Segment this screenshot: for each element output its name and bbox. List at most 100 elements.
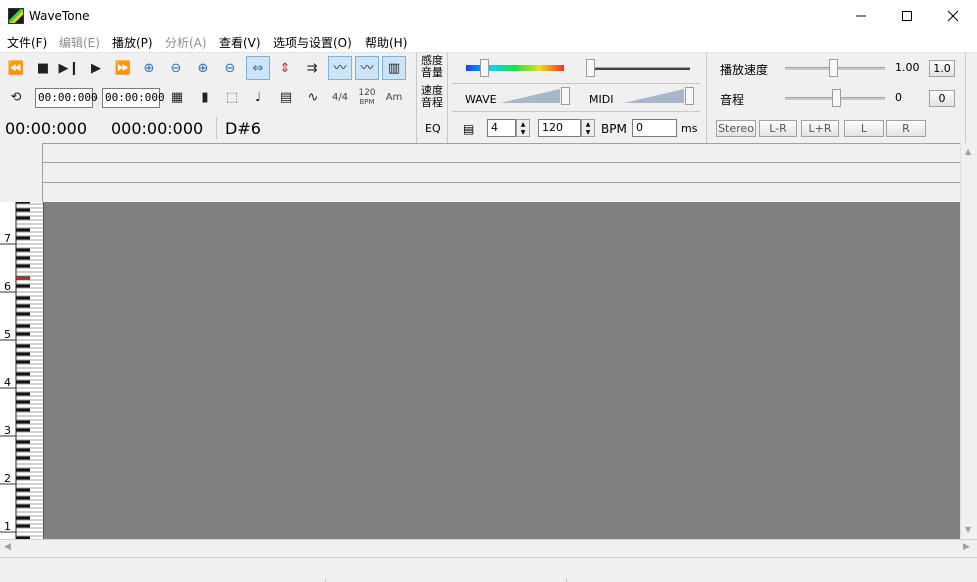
- scroll-up-icon[interactable]: ▲: [965, 147, 971, 156]
- black-key[interactable]: [16, 202, 30, 204]
- black-key[interactable]: [16, 429, 30, 432]
- minimize-button[interactable]: [838, 0, 884, 32]
- marker-button[interactable]: ▮: [193, 85, 217, 109]
- pitch-reset-button[interactable]: 0: [929, 90, 955, 107]
- note-button[interactable]: ♩: [246, 85, 270, 109]
- rewind-button[interactable]: ⏪: [4, 56, 28, 80]
- channel-l-button[interactable]: L: [844, 120, 884, 137]
- chord-button[interactable]: Am: [382, 85, 406, 109]
- menu-options[interactable]: 选项与设置(O): [273, 34, 352, 51]
- volume-slider-track[interactable]: [590, 67, 690, 70]
- time-signature-button[interactable]: 4/4: [328, 85, 352, 109]
- horizontal-scrollbar[interactable]: ◀ ▶: [0, 539, 977, 557]
- bpm-spinner[interactable]: ▲▼: [581, 119, 595, 137]
- select-button[interactable]: ⬚: [220, 85, 244, 109]
- black-key[interactable]: [16, 409, 30, 412]
- scroll-right-icon[interactable]: ▶: [963, 542, 970, 552]
- piano-keys[interactable]: [0, 202, 44, 539]
- channel-stereo-button[interactable]: Stereo: [716, 120, 756, 137]
- black-key[interactable]: [16, 477, 30, 480]
- book-display-button[interactable]: ▥: [382, 56, 406, 80]
- black-key[interactable]: [16, 449, 30, 452]
- beats-spinner[interactable]: ▲▼: [516, 119, 530, 137]
- bpm-button[interactable]: 120 BPM: [355, 85, 379, 109]
- scroll-left-icon[interactable]: ◀: [4, 542, 11, 552]
- spectrum-display-button[interactable]: 〰: [355, 56, 379, 80]
- piano-keyboard[interactable]: 7654321: [0, 202, 44, 539]
- close-button[interactable]: [930, 0, 976, 32]
- vertical-scrollbar[interactable]: ▲ ▼: [960, 143, 977, 539]
- zoom-in-vertical-button[interactable]: ⊕: [191, 56, 215, 80]
- menu-file[interactable]: 文件(F): [7, 34, 47, 51]
- stop-button[interactable]: ■: [31, 56, 55, 80]
- play-button[interactable]: ▶: [84, 56, 108, 80]
- black-key[interactable]: [16, 229, 30, 232]
- fit-height-button[interactable]: ⇕: [273, 56, 297, 80]
- midi-volume-ramp[interactable]: [624, 89, 684, 103]
- midi-volume-thumb[interactable]: [685, 87, 694, 105]
- speed-reset-button[interactable]: 1.0: [929, 60, 955, 77]
- black-key[interactable]: [16, 333, 30, 336]
- menu-view[interactable]: 查看(V): [219, 34, 261, 51]
- black-key[interactable]: [16, 297, 30, 300]
- menu-analyze[interactable]: 分析(A): [165, 34, 207, 51]
- grid-button[interactable]: ▤: [274, 85, 298, 109]
- wave-volume-ramp[interactable]: [500, 89, 560, 103]
- zoom-in-horizontal-button[interactable]: ⊕: [137, 56, 161, 80]
- black-key[interactable]: [16, 469, 30, 472]
- channel-l-plus-r-button[interactable]: L+R: [801, 120, 839, 137]
- black-key[interactable]: [16, 249, 30, 252]
- bpm-input[interactable]: 120: [538, 119, 581, 137]
- black-key[interactable]: [16, 373, 30, 376]
- channel-r-button[interactable]: R: [886, 120, 926, 137]
- follow-playback-button[interactable]: ⇉: [300, 56, 324, 80]
- black-key[interactable]: [16, 421, 30, 424]
- loop-end-input[interactable]: 00:00:000: [102, 88, 160, 108]
- menu-edit[interactable]: 编辑(E): [59, 34, 100, 51]
- eq-label[interactable]: EQ: [425, 122, 441, 135]
- curve-button[interactable]: ∿: [301, 85, 325, 109]
- beats-input[interactable]: 4: [487, 119, 516, 137]
- black-key[interactable]: [16, 237, 30, 240]
- black-key[interactable]: [16, 393, 30, 396]
- black-key[interactable]: [16, 381, 30, 384]
- black-key[interactable]: [16, 353, 30, 356]
- offset-input[interactable]: 0: [632, 119, 677, 137]
- fast-forward-button[interactable]: ⏩: [111, 56, 135, 80]
- scroll-down-icon[interactable]: ▼: [965, 525, 971, 534]
- black-key[interactable]: [16, 525, 30, 528]
- wave-display-button[interactable]: 〰: [328, 56, 352, 80]
- black-key[interactable]: [16, 497, 30, 500]
- volume-slider-thumb[interactable]: [586, 59, 595, 77]
- layout-button[interactable]: ▦: [165, 85, 189, 109]
- black-key[interactable]: [16, 361, 30, 364]
- menu-play[interactable]: 播放(P): [112, 34, 153, 51]
- black-key[interactable]: [16, 265, 30, 268]
- loop-button[interactable]: ⟲: [4, 85, 28, 109]
- spectrum-canvas[interactable]: [44, 202, 960, 539]
- sensitivity-slider-thumb[interactable]: [480, 59, 489, 77]
- timeline-ruler[interactable]: [0, 143, 960, 202]
- play-pause-button[interactable]: ▶❙: [57, 56, 81, 80]
- black-key[interactable]: [16, 325, 30, 328]
- fit-width-button[interactable]: ⇔: [246, 56, 270, 80]
- black-key[interactable]: [16, 457, 30, 460]
- black-key[interactable]: [16, 257, 30, 260]
- wave-volume-thumb[interactable]: [561, 87, 570, 105]
- black-key[interactable]: [16, 489, 30, 492]
- black-key[interactable]: [16, 217, 30, 220]
- black-key[interactable]: [16, 313, 30, 316]
- loop-start-input[interactable]: 00:00:000: [35, 88, 93, 108]
- black-key[interactable]: [16, 305, 30, 308]
- black-key[interactable]: [16, 505, 30, 508]
- black-key[interactable]: [16, 441, 30, 444]
- black-key[interactable]: [16, 517, 30, 520]
- black-key[interactable]: [16, 345, 30, 348]
- channel-l-minus-r-button[interactable]: L-R: [759, 120, 797, 137]
- playback-speed-thumb[interactable]: [829, 59, 838, 77]
- zoom-out-horizontal-button[interactable]: ⊖: [164, 56, 188, 80]
- black-key[interactable]: [16, 401, 30, 404]
- menu-help[interactable]: 帮助(H): [365, 34, 407, 51]
- black-key[interactable]: [16, 209, 30, 212]
- black-key[interactable]: [16, 285, 30, 288]
